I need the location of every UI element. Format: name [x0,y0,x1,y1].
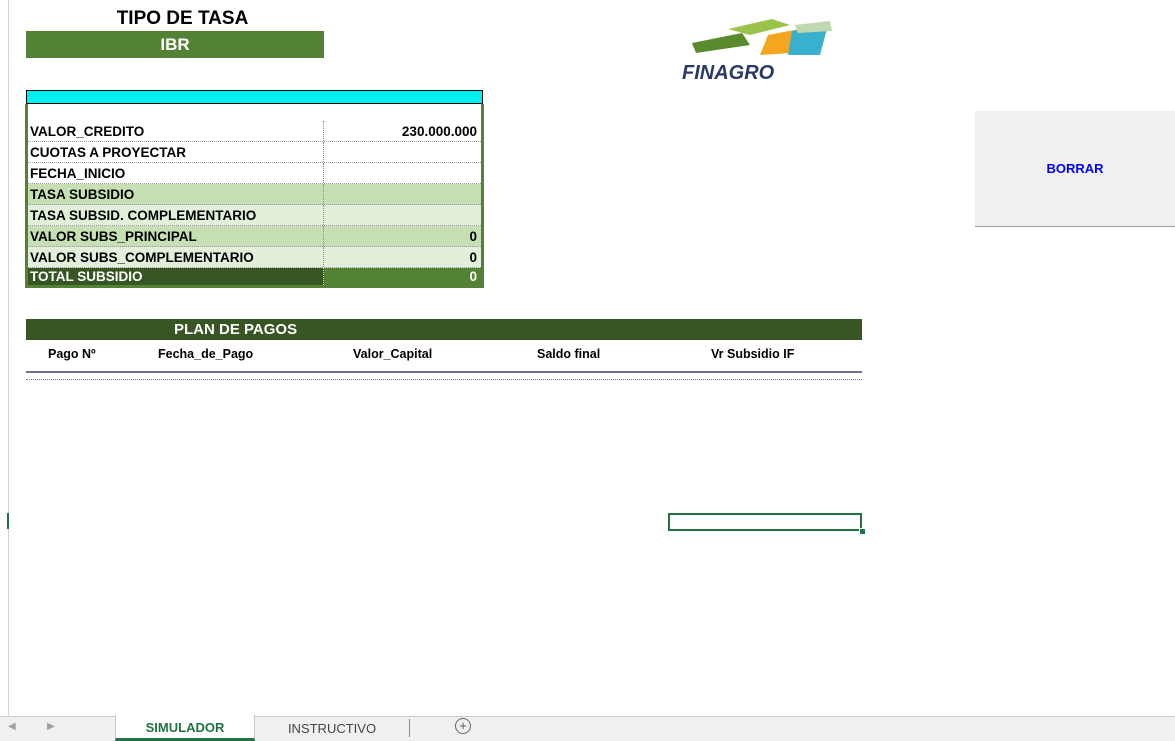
finagro-logo: FINAGRO [680,15,850,90]
value-fecha-inicio[interactable] [324,163,481,183]
tab-simulador[interactable]: SIMULADOR [115,715,255,741]
row-indicator [7,513,9,529]
row-subs-principal[interactable]: VALOR SUBS_PRINCIPAL 0 [28,226,481,247]
value-valor-credito[interactable]: 230.000.000 [324,121,481,141]
row-total-subsidio[interactable]: TOTAL SUBSIDIO 0 [28,268,481,285]
selected-cell[interactable] [668,513,862,531]
label-tasa-complementario: TASA SUBSID. COMPLEMENTARIO [28,205,324,225]
plan-title: PLAN DE PAGOS [174,321,298,338]
tasa-title: TIPO DE TASA [116,8,249,29]
row-tasa-complementario[interactable]: TASA SUBSID. COMPLEMENTARIO [28,205,481,226]
label-subs-principal: VALOR SUBS_PRINCIPAL [28,226,324,246]
label-fecha-inicio: FECHA_INICIO [28,163,324,183]
fill-handle[interactable] [859,528,866,535]
row-subs-complementario[interactable]: VALOR SUBS_COMPLEMENTARIO 0 [28,247,481,268]
col-fecha-de-pago: Fecha_de_Pago [158,347,254,361]
value-tasa-subsidio[interactable] [324,184,481,204]
finagro-logo-icon: FINAGRO [682,19,832,84]
scroll-right-icon[interactable]: ▶ [47,721,55,732]
label-subs-complementario: VALOR SUBS_COMPLEMENTARIO [28,247,324,267]
col-valor-capital: Valor_Capital [353,347,433,361]
summary-table: VALOR_CREDITO 230.000.000 CUOTAS A PROYE… [25,104,484,288]
row-valor-credito[interactable]: VALOR_CREDITO 230.000.000 [28,121,481,142]
col-pago-no: Pago Nº [48,347,96,361]
add-sheet-icon[interactable]: + [455,718,471,734]
value-subs-complementario[interactable]: 0 [324,247,481,267]
row-fecha-inicio[interactable]: FECHA_INICIO [28,163,481,184]
label-cuotas: CUOTAS A PROYECTAR [28,142,324,162]
label-total-subsidio: TOTAL SUBSIDIO [28,268,324,285]
label-tasa-subsidio: TASA SUBSIDIO [28,184,324,204]
value-subs-principal[interactable]: 0 [324,226,481,246]
row-tasa-subsidio[interactable]: TASA SUBSIDIO [28,184,481,205]
col-saldo-final: Saldo final [537,347,601,361]
header-dotted-line [26,379,862,380]
tasa-value-cell[interactable]: IBR [26,31,324,58]
tab-separator [409,719,410,737]
value-cuotas[interactable] [324,142,481,162]
scroll-left-icon[interactable]: ◀ [8,721,16,732]
value-tasa-complementario[interactable] [324,205,481,225]
tab-instructivo[interactable]: INSTRUCTIVO [257,716,407,741]
label-valor-credito: VALOR_CREDITO [28,121,324,141]
value-total-subsidio[interactable]: 0 [324,268,481,285]
plan-de-pagos-header: PLAN DE PAGOS [26,319,862,340]
logo-text: FINAGRO [682,62,775,84]
row-cuotas[interactable]: CUOTAS A PROYECTAR [28,142,481,163]
header-underline [26,371,862,373]
sheet-left-border [8,0,9,716]
col-vr-subsidio-if: Vr Subsidio IF [711,347,795,361]
borrar-button[interactable]: BORRAR [975,111,1175,227]
cyan-header-bar [26,90,483,104]
